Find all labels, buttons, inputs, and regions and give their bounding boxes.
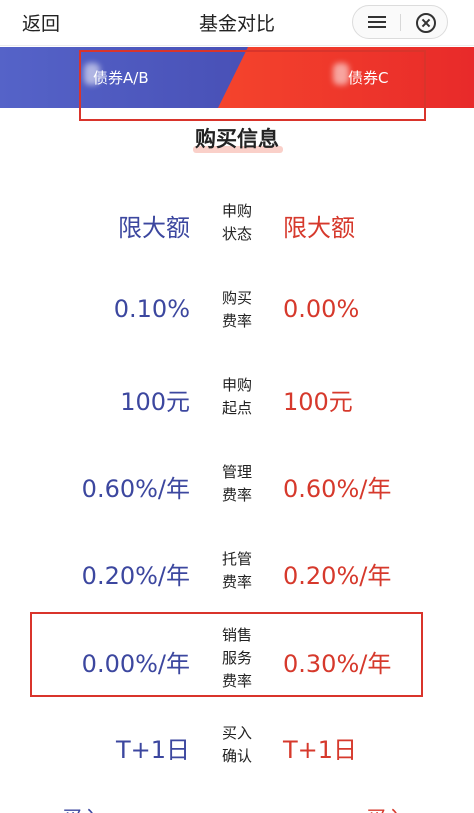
row-label: 托管 费率 — [215, 548, 259, 594]
row-label-line: 申购 — [221, 376, 252, 394]
row-label-line: 申购 — [221, 202, 252, 220]
row-label: 申购 状态 — [215, 200, 259, 246]
row-label-line: 起点 — [221, 399, 252, 417]
row-label: 购买 费率 — [215, 287, 259, 333]
row-label-line: 状态 — [221, 225, 252, 243]
row-label-line: 购买 — [221, 289, 252, 307]
left-value: T+1日 — [115, 736, 190, 764]
right-value: 0.00% — [283, 295, 360, 323]
capsule-divider — [400, 14, 401, 31]
sales-fee-highlight-box — [30, 612, 423, 697]
mini-program-capsule — [352, 5, 448, 39]
compare-row-partial: 买入 买入 — [0, 800, 474, 813]
row-label-line: 买入 — [221, 724, 252, 742]
menu-icon[interactable] — [368, 15, 386, 30]
left-value: 100元 — [120, 388, 190, 416]
left-value: 0.60%/年 — [81, 475, 190, 503]
left-value: 0.10% — [113, 295, 190, 323]
row-label-line: 确认 — [221, 747, 252, 765]
right-value: 买入 — [366, 802, 406, 813]
tabs-highlight-box — [79, 50, 426, 121]
left-value: 买入 — [62, 802, 102, 813]
row-label: 管理 费率 — [215, 461, 259, 507]
right-value: 0.60%/年 — [283, 475, 392, 503]
row-label-line: 费率 — [221, 573, 252, 591]
row-label-line: 管理 — [221, 463, 252, 481]
row-label-line: 费率 — [221, 312, 252, 330]
nav-bar: 返回 基金对比 — [0, 0, 474, 46]
row-label: 申购 起点 — [215, 374, 259, 420]
right-value: T+1日 — [283, 736, 358, 764]
row-label: 买入 确认 — [215, 722, 259, 768]
right-value: 100元 — [283, 388, 353, 416]
row-label-line: 托管 — [221, 550, 252, 568]
left-value: 限大额 — [118, 214, 190, 242]
row-label-line: 费率 — [221, 486, 252, 504]
right-value: 限大额 — [283, 214, 355, 242]
close-circle-icon[interactable] — [416, 13, 436, 33]
right-value: 0.20%/年 — [283, 562, 392, 590]
section-title: 购买信息 — [195, 127, 279, 151]
left-value: 0.20%/年 — [81, 562, 190, 590]
